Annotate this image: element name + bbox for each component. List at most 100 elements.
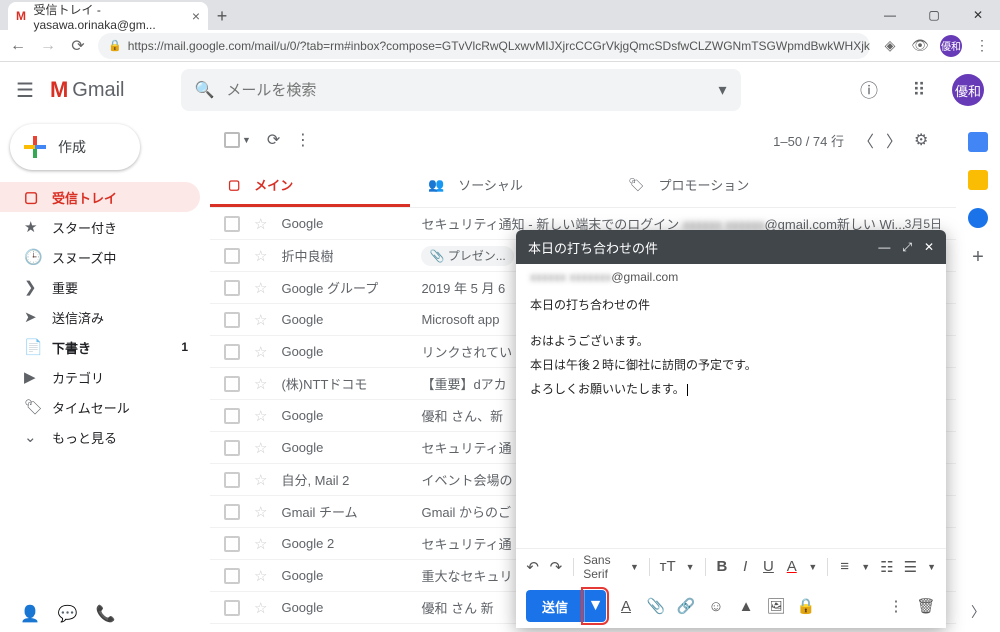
star-icon[interactable]: ☆	[254, 311, 267, 329]
compose-button[interactable]: 作成	[10, 124, 140, 170]
row-checkbox[interactable]	[224, 280, 240, 296]
search-options-icon[interactable]: ▾	[718, 80, 726, 100]
star-icon[interactable]: ☆	[254, 439, 267, 457]
calendar-addon-icon[interactable]	[968, 132, 988, 152]
gmail-logo[interactable]: M Gmail	[50, 77, 125, 103]
star-icon[interactable]: ☆	[254, 567, 267, 585]
text-color-icon[interactable]: A	[785, 558, 798, 575]
row-checkbox[interactable]	[224, 568, 240, 584]
browser-menu-icon[interactable]: ⋮	[972, 37, 992, 54]
bullet-list-icon[interactable]: ☰	[904, 558, 917, 576]
drive-icon[interactable]: ▲	[736, 598, 756, 615]
sidebar-item-3[interactable]: ❯重要	[0, 272, 200, 302]
compose-minimize-icon[interactable]: —	[878, 240, 890, 255]
settings-gear-icon[interactable]: ⚙	[914, 130, 942, 150]
new-tab-button[interactable]: +	[208, 2, 236, 30]
row-checkbox[interactable]	[224, 312, 240, 328]
row-checkbox[interactable]	[224, 504, 240, 520]
search-box[interactable]: 🔍 ▾	[181, 69, 741, 111]
support-icon[interactable]: ⓘ	[852, 77, 886, 103]
apps-grid-icon[interactable]: ⠿	[902, 80, 936, 101]
hangouts-person-icon[interactable]: 👤	[20, 604, 40, 624]
star-icon[interactable]: ☆	[254, 471, 267, 489]
category-tab-1[interactable]: 👥ソーシャル	[410, 162, 610, 207]
link-icon[interactable]: 🔗	[676, 597, 696, 615]
nav-forward-icon[interactable]: →	[38, 37, 58, 55]
row-checkbox[interactable]	[224, 440, 240, 456]
numbered-list-icon[interactable]: ☷	[880, 558, 893, 576]
tasks-addon-icon[interactable]	[968, 208, 988, 228]
sidebar-item-8[interactable]: ⌄もっと見る	[0, 422, 200, 452]
refresh-icon[interactable]: ⟳	[267, 130, 295, 150]
sidebar-item-0[interactable]: ▢受信トレイ	[0, 182, 200, 212]
window-minimize-button[interactable]: —	[868, 0, 912, 30]
compose-to-field[interactable]: xxxxxx xxxxxxx@gmail.com	[516, 264, 946, 290]
font-family-select[interactable]: Sans Serif	[583, 553, 620, 581]
page-next-icon[interactable]: 〉	[886, 128, 914, 152]
browser-tab[interactable]: M 受信トレイ - yasawa.orinaka@gm... ×	[8, 2, 208, 30]
search-icon[interactable]: 🔍	[195, 80, 215, 100]
row-checkbox[interactable]	[224, 472, 240, 488]
star-icon[interactable]: ☆	[254, 215, 267, 233]
sidebar-item-7[interactable]: 🏷タイムセール	[0, 392, 200, 422]
category-tab-2[interactable]: 🏷プロモーション	[610, 162, 810, 207]
compose-subject-field[interactable]: 本日の打ち合わせの件	[516, 290, 946, 319]
sidebar-item-6[interactable]: ▶カテゴリ	[0, 362, 200, 392]
sidebar-item-5[interactable]: 📄下書き1	[0, 332, 200, 362]
select-dropdown-icon[interactable]: ▼	[242, 135, 251, 145]
more-actions-icon[interactable]: ⋮	[295, 130, 323, 150]
emoji-icon[interactable]: ☺	[706, 598, 726, 615]
star-icon[interactable]: ☆	[254, 407, 267, 425]
nav-reload-icon[interactable]: ⟳	[68, 36, 88, 56]
hangouts-chat-icon[interactable]: 💬	[58, 604, 78, 624]
row-checkbox[interactable]	[224, 216, 240, 232]
row-checkbox[interactable]	[224, 376, 240, 392]
sidebar-item-2[interactable]: 🕒スヌーズ中	[0, 242, 200, 272]
collapse-panel-icon[interactable]: 〉	[971, 602, 985, 622]
row-checkbox[interactable]	[224, 536, 240, 552]
star-icon[interactable]: ☆	[254, 535, 267, 553]
image-icon[interactable]: 🖼	[766, 597, 786, 615]
row-checkbox[interactable]	[224, 248, 240, 264]
get-addons-icon[interactable]: +	[972, 246, 984, 269]
sidebar-item-4[interactable]: ➤送信済み	[0, 302, 200, 332]
tab-close-icon[interactable]: ×	[192, 8, 200, 24]
browser-avatar[interactable]: 優和	[940, 35, 962, 57]
italic-icon[interactable]: I	[739, 558, 752, 575]
star-icon[interactable]: ☆	[254, 279, 267, 297]
underline-icon[interactable]: U	[762, 558, 775, 575]
window-maximize-button[interactable]: ▢	[912, 0, 956, 30]
row-checkbox[interactable]	[224, 408, 240, 424]
compose-header[interactable]: 本日の打ち合わせの件 — ⤢ ✕	[516, 230, 946, 264]
star-icon[interactable]: ☆	[254, 503, 267, 521]
font-size-icon[interactable]: ᴛT	[660, 558, 676, 575]
compose-close-icon[interactable]: ✕	[924, 240, 934, 255]
star-icon[interactable]: ☆	[254, 343, 267, 361]
attachment-chip[interactable]: 📎 プレゼン...	[421, 246, 513, 266]
category-tab-0[interactable]: ▢メイン	[210, 162, 410, 207]
row-checkbox[interactable]	[224, 344, 240, 360]
main-menu-icon[interactable]: ☰	[16, 78, 34, 103]
account-avatar[interactable]: 優和	[952, 74, 984, 106]
undo-icon[interactable]: ↶	[526, 558, 539, 576]
row-checkbox[interactable]	[224, 600, 240, 616]
eye-icon[interactable]: 👁	[910, 37, 930, 54]
url-input[interactable]: 🔒 https://mail.google.com/mail/u/0/?tab=…	[98, 33, 870, 59]
redo-icon[interactable]: ↷	[549, 558, 562, 576]
formatting-icon[interactable]: A	[616, 598, 636, 615]
confidential-icon[interactable]: 🔒	[796, 597, 816, 615]
select-all-checkbox[interactable]	[224, 132, 240, 148]
compose-more-icon[interactable]: ⋮	[886, 597, 906, 615]
hangouts-phone-icon[interactable]: 📞	[96, 604, 116, 624]
align-icon[interactable]: ≡	[838, 558, 851, 575]
star-icon[interactable]: ☆	[254, 247, 267, 265]
window-close-button[interactable]: ✕	[956, 0, 1000, 30]
send-button[interactable]: 送信	[526, 590, 584, 622]
discard-icon[interactable]: 🗑	[916, 597, 936, 615]
nav-back-icon[interactable]: ←	[8, 37, 28, 55]
sidebar-item-1[interactable]: ★スター付き	[0, 212, 200, 242]
compose-expand-icon[interactable]: ⤢	[902, 240, 912, 255]
keep-addon-icon[interactable]	[968, 170, 988, 190]
search-input[interactable]	[226, 82, 718, 99]
page-prev-icon[interactable]: 〈	[858, 128, 886, 152]
